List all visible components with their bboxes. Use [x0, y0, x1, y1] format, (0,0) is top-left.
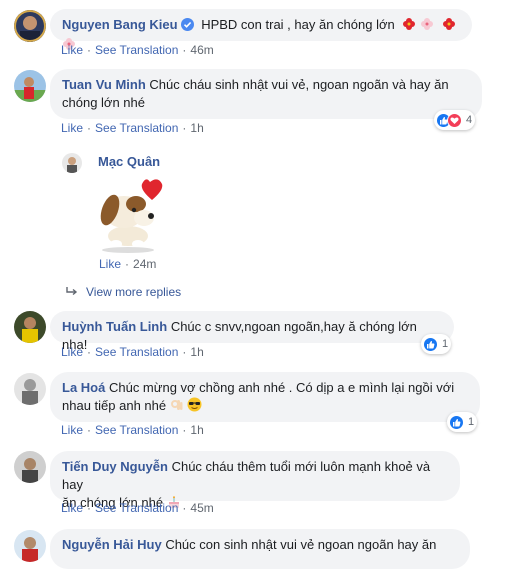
- commenter-name[interactable]: Mạc Quân: [98, 154, 160, 169]
- like-link[interactable]: Like: [61, 121, 83, 135]
- comment-bubble: Tuan Vu Minh Chúc cháu sinh nhật vui vẻ,…: [50, 69, 482, 119]
- flower-emoji: [442, 17, 456, 36]
- see-translation-link[interactable]: See Translation: [95, 43, 178, 57]
- timestamp[interactable]: 1h: [190, 121, 203, 135]
- avatar[interactable]: [62, 153, 82, 173]
- commenter-name[interactable]: Tiến Duy Nguyễn: [62, 459, 168, 474]
- like-link[interactable]: Like: [61, 345, 83, 359]
- reaction-summary[interactable]: 1: [421, 334, 452, 354]
- see-translation-link[interactable]: See Translation: [95, 501, 178, 515]
- reaction-count: 4: [466, 114, 473, 126]
- like-reaction-icon: [423, 336, 438, 352]
- flower-emoji: [420, 17, 434, 36]
- comment-text: Chúc mừng vợ chồng anh nhé . Có dịp a e …: [108, 380, 455, 395]
- comment-actions: Like · 24m: [99, 257, 157, 271]
- view-more-replies-link[interactable]: View more replies: [66, 285, 181, 300]
- commenter-name[interactable]: Huỳnh Tuấn Linh: [62, 319, 167, 334]
- avatar[interactable]: [14, 70, 46, 102]
- timestamp[interactable]: 46m: [190, 43, 213, 57]
- verified-badge-icon: [180, 18, 194, 36]
- ok-hand-emoji: [170, 398, 184, 417]
- flower-emoji: [402, 17, 416, 36]
- avatar[interactable]: [14, 10, 46, 42]
- see-translation-link[interactable]: See Translation: [95, 423, 178, 437]
- comment-text: nhau tiếp anh nhé: [62, 398, 167, 413]
- avatar[interactable]: [14, 311, 46, 343]
- comment-actions: Like · See Translation · 46m: [61, 43, 214, 57]
- comment-actions: Like · See Translation · 45m: [61, 501, 214, 515]
- like-link[interactable]: Like: [99, 257, 121, 271]
- avatar[interactable]: [14, 530, 46, 562]
- love-reaction-icon: [447, 112, 462, 128]
- comment-bubble: Tiến Duy Nguyễn Chúc cháu thêm tuổi mới …: [50, 451, 460, 510]
- avatar[interactable]: [14, 451, 46, 483]
- dog-heart-sticker: [88, 178, 168, 254]
- reply-arrow-icon: [66, 286, 78, 300]
- like-reaction-icon: [449, 414, 464, 430]
- comment-bubble: Huỳnh Tuấn Linh Chúc c snvv,ngoan ngoãn,…: [50, 311, 454, 352]
- comment-actions: Like · See Translation · 1h: [61, 121, 204, 135]
- commenter-name[interactable]: Nguyễn Hải Huy: [62, 537, 162, 552]
- comment-text: HPBD con trai , hay ăn chóng lớn: [201, 17, 395, 32]
- reaction-summary[interactable]: 4: [434, 110, 476, 130]
- comment-bubble: La Hoá Chúc mừng vợ chồng anh nhé . Có d…: [50, 372, 480, 422]
- timestamp[interactable]: 1h: [190, 345, 203, 359]
- comment-text: chóng lớn nhé: [62, 95, 145, 110]
- avatar[interactable]: [14, 373, 46, 405]
- comment-actions: Like · See Translation · 1h: [61, 423, 204, 437]
- comment-text: Chúc con sinh nhật vui vẻ ngoan ngoãn ha…: [165, 537, 437, 552]
- see-translation-link[interactable]: See Translation: [95, 345, 178, 359]
- comment-bubble: Nguyen Bang Kieu HPBD con trai , hay ăn …: [50, 9, 472, 50]
- reaction-count: 1: [468, 416, 475, 428]
- comment-bubble: Nguyễn Hải Huy Chúc con sinh nhật vui vẻ…: [50, 529, 470, 569]
- comment-text: Chúc cháu sinh nhật vui vẻ, ngoan ngoãn …: [149, 77, 449, 92]
- like-link[interactable]: Like: [61, 423, 83, 437]
- see-translation-link[interactable]: See Translation: [95, 121, 178, 135]
- timestamp[interactable]: 24m: [133, 257, 156, 271]
- commenter-name[interactable]: La Hoá: [62, 380, 105, 395]
- like-link[interactable]: Like: [61, 501, 83, 515]
- like-link[interactable]: Like: [61, 43, 83, 57]
- timestamp[interactable]: 45m: [190, 501, 213, 515]
- view-more-label[interactable]: View more replies: [86, 285, 181, 299]
- commenter-name[interactable]: Nguyen Bang Kieu: [62, 17, 178, 32]
- comment-actions: Like · See Translation · 1h: [61, 345, 204, 359]
- reaction-count: 1: [442, 338, 449, 350]
- reaction-summary[interactable]: 1: [447, 412, 478, 432]
- sunglasses-emoji: [187, 397, 202, 417]
- timestamp[interactable]: 1h: [190, 423, 203, 437]
- commenter-name[interactable]: Tuan Vu Minh: [62, 77, 146, 92]
